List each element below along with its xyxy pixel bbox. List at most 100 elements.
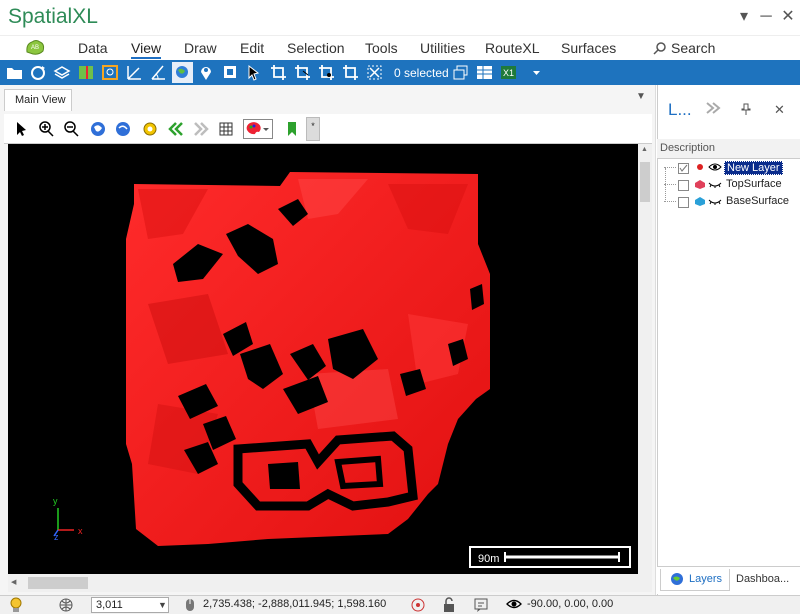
hidden-eye-icon[interactable]	[708, 197, 722, 210]
tab-layers-label: Layers	[689, 573, 723, 585]
selected-count: 0 selected	[394, 66, 449, 80]
tab-edit[interactable]: Edit	[240, 40, 264, 56]
frame-icon[interactable]	[101, 63, 120, 82]
layer-row-basesurface[interactable]: BaseSurface	[664, 194, 798, 211]
tab-draw[interactable]: Draw	[184, 40, 217, 56]
app-title: SpatialXL	[8, 5, 98, 28]
zoom-in-icon[interactable]	[37, 120, 55, 138]
svg-text:X1: X1	[503, 68, 514, 78]
crop-select-4-icon[interactable]	[341, 63, 360, 82]
window-menu-button[interactable]: ▾	[733, 6, 755, 28]
layer-row-topsurface[interactable]: TopSurface	[664, 177, 798, 194]
grid-icon[interactable]	[217, 120, 235, 138]
title-bar	[0, 0, 800, 36]
settings-gear-icon[interactable]	[141, 120, 159, 138]
scroll-left-icon[interactable]: ◀	[11, 578, 16, 586]
globe-icon[interactable]	[172, 62, 193, 83]
lock-icon[interactable]	[442, 597, 456, 614]
layer-name: BaseSurface	[726, 195, 789, 207]
surface-render	[126, 172, 490, 546]
color-palette-dropdown[interactable]	[243, 119, 273, 139]
lightbulb-icon[interactable]	[9, 597, 23, 614]
crop-select-icon[interactable]	[269, 63, 288, 82]
layer-checkbox[interactable]	[678, 163, 689, 174]
toolbar-overflow-icon[interactable]	[527, 63, 546, 82]
tab-selection[interactable]: Selection	[287, 40, 345, 56]
crop-select-2-icon[interactable]	[293, 63, 312, 82]
surface-layer-icon	[694, 196, 706, 209]
tab-data[interactable]: Data	[78, 40, 108, 56]
select-box-icon[interactable]	[221, 63, 240, 82]
axis-x-label: x	[78, 526, 83, 536]
horizontal-scroll-thumb[interactable]	[28, 577, 88, 589]
visibility-eye-icon[interactable]	[708, 162, 722, 175]
layer-name: New Layer	[724, 161, 783, 175]
toolbar-more-icon[interactable]: *	[306, 117, 320, 141]
pin-icon[interactable]	[197, 63, 216, 82]
search-button[interactable]: Search	[671, 40, 715, 56]
zoom-dropdown-icon[interactable]: ▼	[158, 600, 167, 610]
mouse-icon	[185, 597, 195, 614]
app-logo-icon[interactable]: AB	[24, 38, 46, 56]
layer-checkbox[interactable]	[678, 197, 689, 208]
excel-export-icon[interactable]: X1	[499, 63, 518, 82]
close-button[interactable]: ✕	[777, 6, 799, 28]
scale-label: 90m	[478, 553, 500, 565]
measure-angle-icon[interactable]	[125, 63, 144, 82]
bookmark-icon[interactable]	[283, 120, 301, 138]
map-canvas[interactable]: y x z	[8, 144, 638, 574]
copy-selection-icon[interactable]	[451, 63, 470, 82]
close-panel-icon[interactable]: ✕	[774, 102, 785, 118]
horizontal-scrollbar[interactable]	[8, 574, 652, 592]
clear-selection-icon[interactable]	[365, 63, 384, 82]
tab-tools[interactable]: Tools	[365, 40, 398, 56]
measure-arc-icon[interactable]	[149, 63, 168, 82]
info-panel-icon[interactable]	[473, 597, 489, 614]
snap-target-icon[interactable]	[410, 597, 426, 614]
view-angles: -90.00, 0.00, 0.00	[527, 598, 614, 610]
axis-y-label: y	[53, 496, 58, 506]
globe-refresh-icon[interactable]	[114, 120, 132, 138]
pointer-select-icon[interactable]	[245, 63, 264, 82]
layer-row-new-layer[interactable]: New Layer	[664, 160, 798, 177]
tab-dropdown-icon[interactable]: ▼	[636, 91, 646, 102]
tab-view[interactable]: View	[131, 40, 162, 59]
tab-routexl[interactable]: RouteXL	[485, 40, 539, 56]
tab-utilities[interactable]: Utilities	[420, 40, 465, 56]
map-icon[interactable]	[77, 63, 96, 82]
vertical-scrollbar[interactable]	[638, 144, 652, 574]
minimize-button[interactable]: ─	[755, 6, 777, 28]
column-header-description[interactable]: Description	[657, 139, 800, 159]
view-eye-icon	[506, 598, 522, 613]
svg-text:AB: AB	[31, 45, 39, 51]
axis-z-label: z	[54, 532, 59, 542]
axis-gizmo	[53, 508, 74, 537]
layer-checkbox[interactable]	[678, 180, 689, 191]
tab-layers[interactable]: Layers	[660, 569, 730, 591]
search-icon[interactable]	[653, 41, 667, 58]
hidden-eye-icon[interactable]	[708, 180, 722, 193]
refresh-icon[interactable]	[29, 63, 48, 82]
back-arrows-icon[interactable]	[167, 120, 185, 138]
pin-panel-icon[interactable]	[741, 103, 751, 118]
arrow-pointer-icon[interactable]	[12, 120, 30, 138]
tab-main-view[interactable]: Main View	[4, 89, 72, 111]
panel-forward-icon[interactable]	[705, 101, 721, 118]
open-folder-icon[interactable]	[5, 63, 24, 82]
tab-dashboard[interactable]: Dashboa...	[736, 573, 789, 585]
scroll-up-icon[interactable]: ▲	[641, 146, 648, 153]
globe-extent-icon[interactable]	[89, 120, 107, 138]
vertical-scroll-thumb[interactable]	[640, 162, 650, 202]
surface-layer-icon	[694, 179, 706, 192]
panel-title: L...	[668, 100, 692, 119]
cursor-coordinates: 2,735.438; -2,888,011.945; 1,598.160	[203, 598, 387, 610]
table-icon[interactable]	[475, 63, 494, 82]
layers-icon[interactable]	[53, 63, 72, 82]
crop-select-3-icon[interactable]	[317, 63, 336, 82]
point-layer-icon	[695, 162, 705, 175]
zoom-out-icon[interactable]	[62, 120, 80, 138]
forward-arrows-icon[interactable]	[192, 120, 210, 138]
globe-status-icon[interactable]	[58, 597, 74, 614]
layer-name: TopSurface	[726, 178, 782, 190]
tab-surfaces[interactable]: Surfaces	[561, 40, 616, 56]
